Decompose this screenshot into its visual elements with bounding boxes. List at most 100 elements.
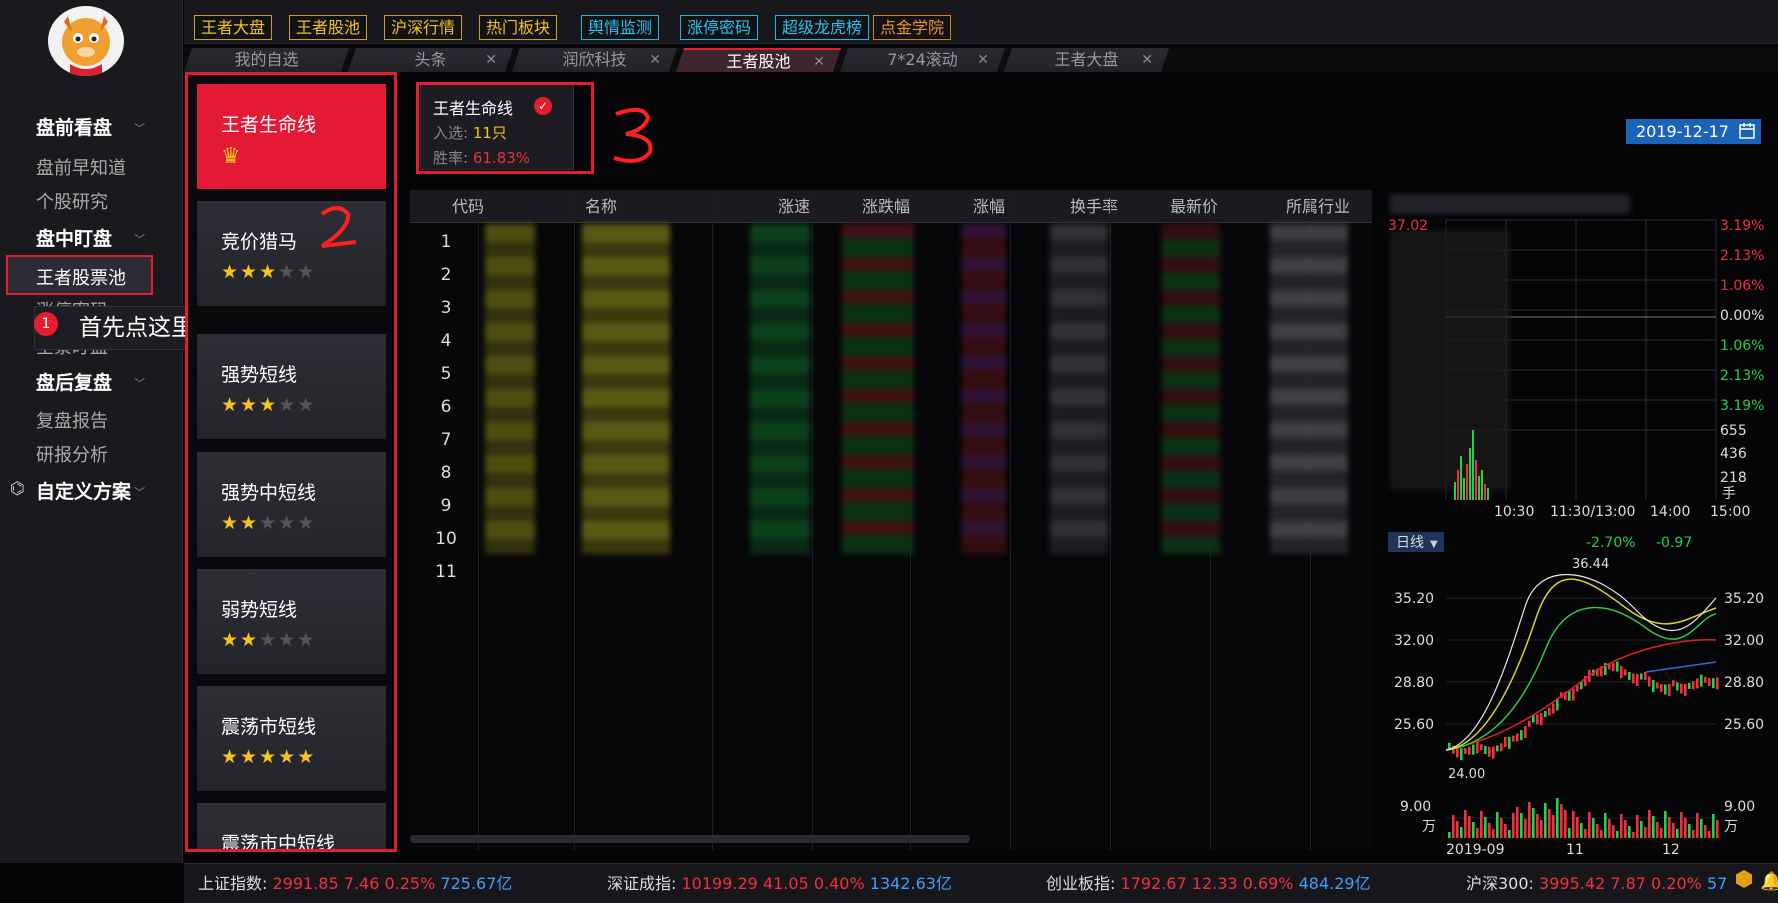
table-row-number[interactable]: 1 [428, 232, 464, 252]
chevron-down-icon[interactable]: ﹀ [134, 231, 145, 247]
nav-group-post-market[interactable]: 盘后复盘 [36, 368, 112, 395]
table-row-number[interactable]: 7 [428, 430, 464, 450]
nav-group-custom[interactable]: 自定义方案 [36, 477, 131, 504]
table-row-number[interactable]: 6 [428, 397, 464, 417]
candle [1552, 703, 1555, 714]
candle [1688, 683, 1691, 689]
close-icon[interactable]: ✕ [977, 48, 989, 72]
menu-button-king-market[interactable]: 王者大盘 [194, 15, 273, 40]
tab-headlines[interactable]: 头条 ✕ [348, 48, 513, 72]
app-logo[interactable] [48, 6, 124, 76]
col-industry[interactable]: 所属行业 [1260, 190, 1350, 223]
col-change[interactable]: 涨跌幅 [830, 190, 910, 223]
menu-button-hot-sectors[interactable]: 热门板块 [479, 15, 558, 40]
date-label: 2019-09 [1446, 842, 1505, 858]
menu-button-academy[interactable]: 点金学院 [873, 15, 952, 40]
table-row-number[interactable]: 2 [428, 265, 464, 285]
table-row-number[interactable]: 3 [428, 298, 464, 318]
custom-plan-icon: ⌬ [10, 479, 25, 499]
table-row-number[interactable]: 11 [428, 562, 464, 582]
menu-button-sentiment[interactable]: 舆情监测 [581, 15, 660, 40]
menu-button-king-pool[interactable]: 王者股池 [289, 15, 368, 40]
index-hs300[interactable]: 沪深300: 3995.42 7.87 0.20% 57 [1466, 866, 1727, 902]
menu-button-limit-code[interactable]: 涨停密码 [680, 15, 759, 40]
chevron-down-icon[interactable]: ﹀ [134, 120, 145, 136]
bell-icon[interactable]: 🔔 [1760, 864, 1778, 900]
volume-bar [1692, 830, 1695, 838]
nav-group-pre-market[interactable]: 盘前看盘 [36, 113, 112, 140]
candle [1488, 746, 1491, 757]
sidebar: 盘前看盘 ﹀ 盘前早知道 个股研究 盘中盯盘 ﹀ 王者股票池 涨停密码 全景盯盘… [0, 0, 183, 863]
candle [1524, 726, 1527, 738]
menu-button-market-quotes[interactable]: 沪深行情 [384, 15, 463, 40]
volume-bar [1676, 829, 1679, 838]
table-row-number[interactable]: 10 [428, 529, 464, 549]
volume-bar [1632, 832, 1635, 838]
col-last-price[interactable]: 最新价 [1148, 190, 1218, 223]
volume-bar [1544, 803, 1547, 838]
chevron-down-icon[interactable]: ﹀ [134, 375, 145, 391]
volume-bar [1460, 456, 1462, 500]
index-chinext[interactable]: 创业板指: 1792.67 12.33 0.69% 484.29亿 [1046, 866, 1371, 902]
pct-label: 0.00% [1720, 308, 1764, 324]
y-label-right: 35.20 [1724, 591, 1764, 607]
table-row-number[interactable]: 4 [428, 331, 464, 351]
tab-king-market[interactable]: 王者大盘 ✕ [1004, 48, 1169, 72]
volume-bar [1492, 829, 1495, 838]
volume-bar [1466, 464, 1468, 500]
name-column-pixelated [582, 224, 670, 554]
close-icon[interactable]: ✕ [813, 50, 825, 74]
volume-bar [1528, 802, 1531, 838]
index-shanghai[interactable]: 上证指数: 2991.85 7.46 0.25% 725.67亿 [198, 866, 512, 902]
nav-item-pre-news[interactable]: 盘前早知道 [36, 154, 126, 180]
col-name[interactable]: 名称 [585, 190, 645, 223]
nav-item-review-report[interactable]: 复盘报告 [36, 407, 108, 433]
candle [1692, 681, 1695, 690]
tab-watchlist[interactable]: 我的自选 [184, 48, 349, 72]
volume-bar [1504, 824, 1507, 838]
index-shenzhen[interactable]: 深证成指: 10199.29 41.05 0.40% 1342.63亿 [607, 866, 952, 902]
price-column-pixelated [1162, 224, 1220, 554]
col-turnover[interactable]: 换手率 [1048, 190, 1118, 223]
date-label: 12 [1662, 842, 1680, 858]
nav-item-research-analysis[interactable]: 研报分析 [36, 441, 108, 467]
volume-bar [1652, 816, 1655, 838]
candle [1500, 743, 1503, 752]
nav-group-intraday[interactable]: 盘中盯盘 [36, 224, 112, 251]
candle [1712, 678, 1715, 689]
col-pct[interactable]: 涨幅 [945, 190, 1005, 223]
y-label-right: 32.00 [1724, 633, 1764, 649]
annotation-box-3 [416, 82, 594, 174]
date-label: 11 [1566, 842, 1584, 858]
table-row-number[interactable]: 8 [428, 463, 464, 483]
volume-bar [1704, 825, 1707, 838]
menu-button-dragon-tiger[interactable]: 超级龙虎榜 [775, 15, 870, 40]
table-row-number[interactable]: 5 [428, 364, 464, 384]
col-speed[interactable]: 涨速 [740, 190, 810, 223]
shield-icon[interactable] [1736, 870, 1752, 888]
close-icon[interactable]: ✕ [485, 48, 497, 72]
table-row-number[interactable]: 9 [428, 496, 464, 516]
volume-bar [1700, 819, 1703, 838]
tab-7x24[interactable]: 7*24滚动 ✕ [840, 48, 1005, 72]
chevron-down-icon[interactable]: ﹀ [134, 484, 145, 500]
y-label-left: 32.00 [1394, 633, 1434, 649]
candle [1660, 684, 1663, 692]
tab-king-pool[interactable]: 王者股池 ✕ [676, 48, 841, 72]
close-icon[interactable]: ✕ [649, 48, 661, 72]
volume-bar [1568, 828, 1571, 838]
horizontal-scrollbar[interactable] [410, 835, 970, 843]
nav-item-stock-research[interactable]: 个股研究 [36, 188, 108, 214]
date-picker[interactable]: 2019-12-17 [1626, 119, 1761, 144]
candle [1716, 677, 1719, 690]
calendar-icon[interactable] [1739, 122, 1755, 139]
volume-bar [1600, 830, 1603, 838]
candle [1548, 707, 1551, 716]
code-column-pixelated [485, 224, 535, 554]
candle [1480, 744, 1483, 751]
tab-runxin[interactable]: 润欣科技 ✕ [512, 48, 677, 72]
col-code[interactable]: 代码 [452, 190, 512, 223]
low-marker: 24.00 [1448, 767, 1485, 782]
close-icon[interactable]: ✕ [1141, 48, 1153, 72]
nav-item-stock-pool[interactable]: 王者股票池 [36, 264, 126, 290]
